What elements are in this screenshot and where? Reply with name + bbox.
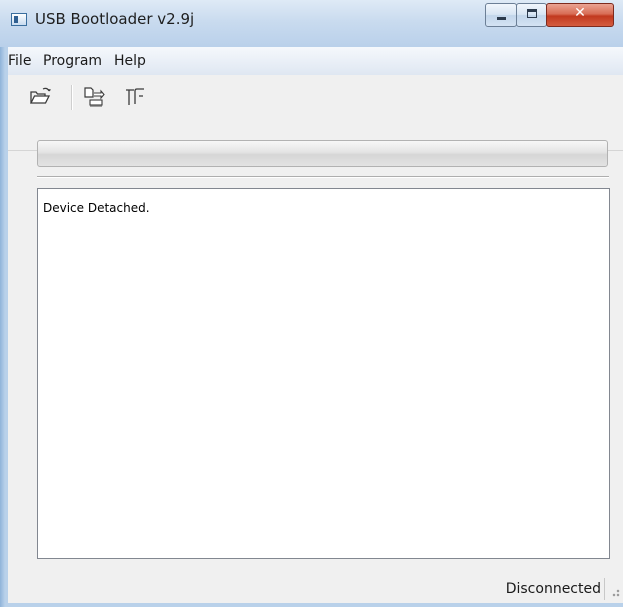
minimize-button[interactable] xyxy=(485,3,517,27)
menu-bar: File Program Help xyxy=(8,47,623,75)
toolbar-separator xyxy=(71,85,73,110)
reset-device-button[interactable] xyxy=(122,84,148,110)
status-separator xyxy=(604,578,605,600)
toolbar xyxy=(8,75,623,151)
resize-grip-icon[interactable] xyxy=(610,587,620,597)
close-button[interactable]: ✕ xyxy=(546,3,614,27)
menu-program[interactable]: Program xyxy=(43,53,102,69)
reset-device-icon xyxy=(126,88,144,105)
minimize-icon xyxy=(497,17,506,20)
log-output[interactable]: Device Detached. xyxy=(37,188,610,559)
app-window: USB Bootloader v2.9j ✕ File Program Help xyxy=(0,0,623,607)
progress-bar xyxy=(37,140,608,167)
menu-help[interactable]: Help xyxy=(114,53,146,69)
open-file-button[interactable] xyxy=(28,84,54,110)
close-icon: ✕ xyxy=(574,5,586,21)
app-icon[interactable] xyxy=(11,13,27,26)
maximize-icon xyxy=(527,9,537,18)
maximize-button[interactable] xyxy=(516,3,547,27)
program-device-icon xyxy=(84,87,105,107)
log-line: Device Detached. xyxy=(43,201,150,215)
connection-status: Disconnected xyxy=(505,581,601,597)
title-bar[interactable]: USB Bootloader v2.9j ✕ xyxy=(0,0,623,47)
window-title: USB Bootloader v2.9j xyxy=(35,10,195,28)
progress-divider xyxy=(37,176,609,178)
program-device-button[interactable] xyxy=(82,84,108,110)
menu-file[interactable]: File xyxy=(8,53,31,69)
open-folder-icon xyxy=(29,87,51,104)
client-area: File Program Help Device Detached. Disco… xyxy=(8,47,623,603)
